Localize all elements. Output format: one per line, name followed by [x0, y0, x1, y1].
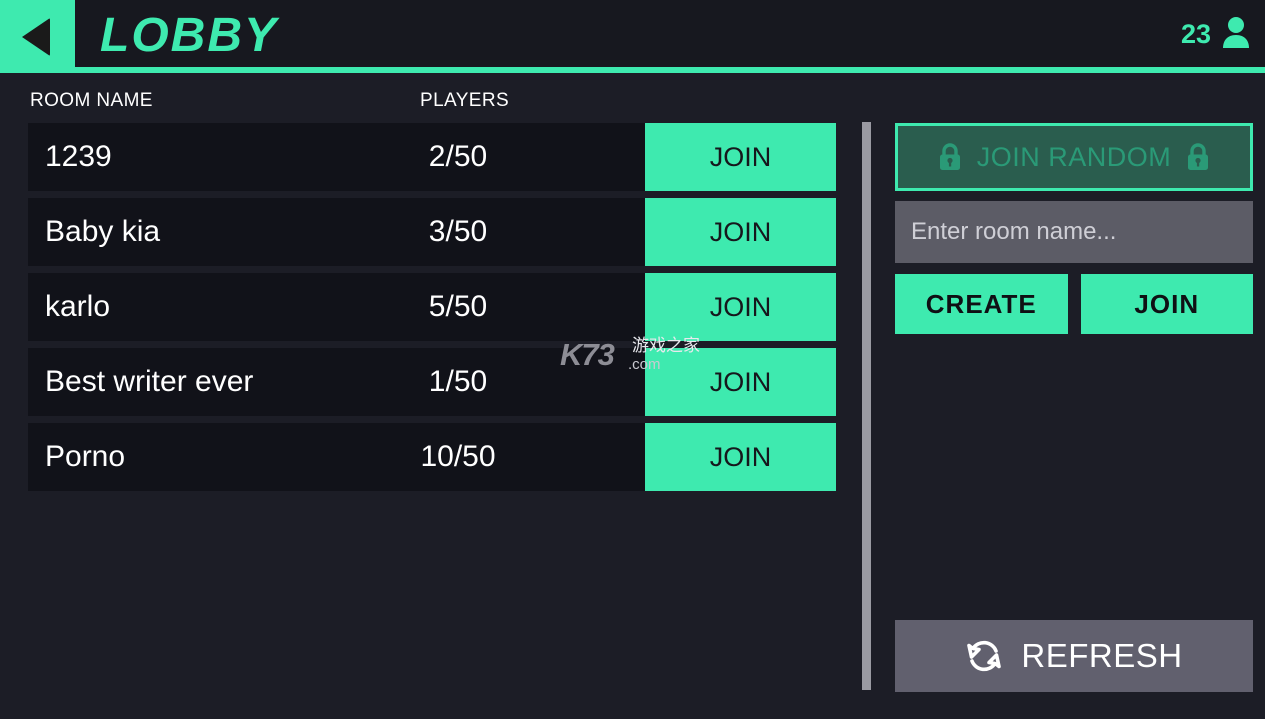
table-row[interactable]: Best writer ever 1/50 JOIN	[28, 348, 836, 416]
refresh-button[interactable]: REFRESH	[895, 620, 1253, 692]
room-name-cell: Baby kia	[45, 215, 161, 248]
column-header-room-name: ROOM NAME	[30, 90, 153, 111]
row-join-button[interactable]: JOIN	[645, 348, 836, 416]
room-players-cell: 3/50	[428, 215, 488, 248]
lock-icon	[1188, 143, 1209, 170]
player-count: 23	[1180, 19, 1211, 49]
page-title: LOBBY	[100, 9, 278, 62]
room-list: 1239 2/50 JOIN Baby kia 3/50 JOIN karlo 5/50 JOI…	[28, 123, 836, 498]
room-players-cell: 1/50	[428, 365, 488, 398]
header-underline	[0, 67, 1265, 73]
panel-action-row: CREATE JOIN	[895, 274, 1253, 334]
row-join-button[interactable]: JOIN	[645, 123, 836, 191]
row-join-button[interactable]: JOIN	[645, 198, 836, 266]
room-name-cell: karlo	[45, 290, 111, 323]
join-random-label: JOIN RANDOM	[976, 141, 1172, 172]
side-panel: JOIN RANDOM CREATE JOIN	[895, 123, 1253, 334]
column-header-players: PLAYERS	[420, 90, 510, 111]
refresh-icon	[967, 640, 1002, 672]
header-bar: LOBBY 23	[0, 0, 1265, 73]
table-row[interactable]: Porno 10/50 JOIN	[28, 423, 836, 491]
room-players-cell: 10/50	[420, 440, 496, 473]
back-triangle-icon	[21, 17, 50, 56]
room-name-cell: 1239	[45, 140, 112, 173]
join-random-button[interactable]: JOIN RANDOM	[895, 123, 1253, 191]
list-scrollbar[interactable]	[862, 122, 871, 690]
create-room-button[interactable]: CREATE	[895, 274, 1068, 334]
refresh-label: REFRESH	[1021, 637, 1183, 674]
row-join-button[interactable]: JOIN	[645, 423, 836, 491]
join-room-button[interactable]: JOIN	[1080, 274, 1253, 334]
room-players-cell: 5/50	[428, 290, 488, 323]
room-name-cell: Porno	[45, 440, 126, 473]
room-name-input[interactable]	[895, 201, 1253, 263]
person-icon	[1223, 17, 1249, 48]
lock-icon	[939, 143, 960, 170]
table-row[interactable]: Baby kia 3/50 JOIN	[28, 198, 836, 266]
room-players-cell: 2/50	[428, 140, 488, 173]
table-row[interactable]: karlo 5/50 JOIN	[28, 273, 836, 341]
lobby-screen: LOBBY 23 ROOM NAME PLAYERS 1239 2/50 JOIN B…	[0, 0, 1265, 719]
table-row[interactable]: 1239 2/50 JOIN	[28, 123, 836, 191]
back-button[interactable]	[0, 0, 75, 73]
room-name-cell: Best writer ever	[45, 365, 254, 398]
row-join-button[interactable]: JOIN	[645, 273, 836, 341]
